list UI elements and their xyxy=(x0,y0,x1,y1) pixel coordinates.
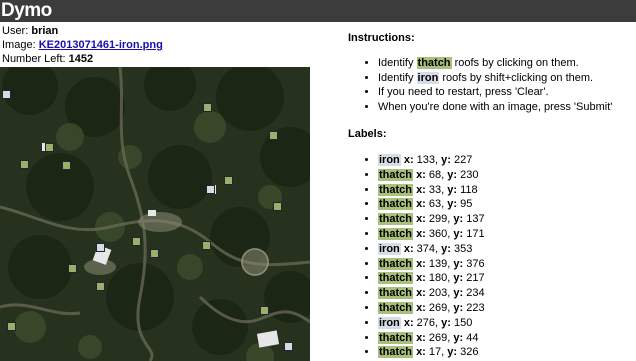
number-left-value: 1452 xyxy=(68,53,94,65)
thatch-tag: thatch xyxy=(378,198,413,211)
user-row: User: brian xyxy=(2,24,163,38)
label-item: thatch x: 68, y: 230 xyxy=(378,168,636,183)
label-coords: x: 180, y: 217 xyxy=(416,272,485,285)
thatch-marker[interactable] xyxy=(203,103,212,112)
instruction-text: roofs by shift+clicking on them. xyxy=(439,71,594,84)
thatch-tag: thatch xyxy=(378,331,413,344)
iron-marker[interactable] xyxy=(206,185,215,194)
label-coords: x: 33, y: 118 xyxy=(416,183,478,196)
label-item: iron x: 374, y: 353 xyxy=(378,242,636,257)
thatch-tag: thatch xyxy=(378,227,413,240)
image-row: Image: KE2013071461-iron.png xyxy=(2,38,163,52)
thatch-tag: thatch xyxy=(378,346,413,359)
label-coords: x: 63, y: 95 xyxy=(416,198,473,211)
label-coords: x: 203, y: 234 xyxy=(416,287,485,300)
label-item: thatch x: 17, y: 326 xyxy=(378,345,636,360)
thatch-tag: thatch xyxy=(378,301,413,314)
label-item: thatch x: 360, y: 171 xyxy=(378,227,636,242)
thatch-tag: thatch xyxy=(378,168,413,181)
thatch-tag: thatch xyxy=(378,257,413,270)
instruction-text: Identify xyxy=(378,57,417,69)
instruction-text: roofs by clicking on them. xyxy=(451,57,579,69)
label-item: thatch x: 63, y: 95 xyxy=(378,197,636,212)
label-item: iron x: 276, y: 150 xyxy=(378,316,636,331)
label-coords: x: 17, y: 326 xyxy=(416,346,479,359)
label-coords: x: 269, y: 223 xyxy=(416,301,485,314)
thatch-tag: thatch xyxy=(378,272,413,285)
instructions-panel: Instructions: Identify thatch roofs by c… xyxy=(348,32,636,114)
thatch-tag: thatch xyxy=(378,213,413,226)
label-coords: x: 68, y: 230 xyxy=(416,168,479,181)
thatch-marker[interactable] xyxy=(273,202,282,211)
user-label: User: xyxy=(2,25,29,37)
number-left-label: Number Left: xyxy=(2,53,66,65)
label-coords: x: 374, y: 353 xyxy=(403,242,473,255)
instruction-item: Identify thatch roofs by clicking on the… xyxy=(378,56,636,71)
instruction-text: Identify xyxy=(378,71,417,84)
thatch-marker[interactable] xyxy=(68,264,77,273)
image-label: Image: xyxy=(2,39,36,51)
instruction-item: When you're done with an image, press 'S… xyxy=(378,100,636,115)
thatch-marker[interactable] xyxy=(45,143,54,152)
label-item: thatch x: 269, y: 223 xyxy=(378,301,636,316)
instructions-list: Identify thatch roofs by clicking on the… xyxy=(348,56,636,114)
iron-tag: iron xyxy=(416,71,440,84)
thatch-tag: thatch xyxy=(378,287,413,300)
image-file-link[interactable]: KE2013071461-iron.png xyxy=(39,39,163,51)
labels-heading: Labels: xyxy=(348,128,387,140)
label-item: thatch x: 203, y: 234 xyxy=(378,286,636,301)
iron-tag: iron xyxy=(378,154,401,166)
thatch-marker[interactable] xyxy=(96,282,105,291)
thatch-marker[interactable] xyxy=(62,161,71,170)
iron-marker[interactable] xyxy=(284,342,293,351)
iron-marker[interactable] xyxy=(2,90,11,99)
instruction-text: If you need to restart, press 'Clear'. xyxy=(378,86,549,99)
label-coords: x: 360, y: 171 xyxy=(416,227,485,240)
satellite-image[interactable] xyxy=(0,67,310,361)
instruction-item: Identify iron roofs by shift+clicking on… xyxy=(378,71,636,86)
labels-list: iron x: 133, y: 227thatch x: 68, y: 230t… xyxy=(348,153,636,360)
thatch-marker[interactable] xyxy=(269,131,278,140)
label-item: iron x: 133, y: 227 xyxy=(378,153,636,168)
thatch-marker[interactable] xyxy=(260,306,269,315)
number-left-row: Number Left: 1452 xyxy=(2,52,163,66)
label-coords: x: 299, y: 137 xyxy=(416,213,485,226)
thatch-marker[interactable] xyxy=(224,176,233,185)
label-item: thatch x: 33, y: 118 xyxy=(378,183,636,198)
thatch-tag: thatch xyxy=(416,57,452,69)
satellite-imagery xyxy=(0,67,310,361)
label-item: thatch x: 269, y: 44 xyxy=(378,331,636,346)
label-coords: x: 133, y: 227 xyxy=(403,154,473,166)
thatch-marker[interactable] xyxy=(7,322,16,331)
iron-tag: iron xyxy=(378,316,401,329)
thatch-marker[interactable] xyxy=(202,241,211,250)
app-title: Dymo xyxy=(1,0,52,21)
instructions-heading: Instructions: xyxy=(348,32,415,44)
iron-tag: iron xyxy=(378,242,401,255)
label-coords: x: 139, y: 376 xyxy=(416,257,485,270)
image-meta: User: brian Image: KE2013071461-iron.png… xyxy=(2,24,163,66)
iron-marker[interactable] xyxy=(96,243,105,252)
thatch-marker[interactable] xyxy=(20,160,29,169)
thatch-tag: thatch xyxy=(378,183,413,196)
instruction-text: When you're done with an image, press 'S… xyxy=(378,100,613,113)
label-item: thatch x: 299, y: 137 xyxy=(378,212,636,227)
thatch-marker[interactable] xyxy=(150,249,159,258)
instruction-item: If you need to restart, press 'Clear'. xyxy=(378,85,636,100)
user-name: brian xyxy=(31,25,59,37)
label-coords: x: 276, y: 150 xyxy=(403,316,473,329)
top-bar: Dymo xyxy=(0,0,636,22)
label-coords: x: 269, y: 44 xyxy=(416,331,479,344)
label-item: thatch x: 139, y: 376 xyxy=(378,257,636,272)
label-item: thatch x: 180, y: 217 xyxy=(378,271,636,286)
thatch-marker[interactable] xyxy=(132,237,141,246)
